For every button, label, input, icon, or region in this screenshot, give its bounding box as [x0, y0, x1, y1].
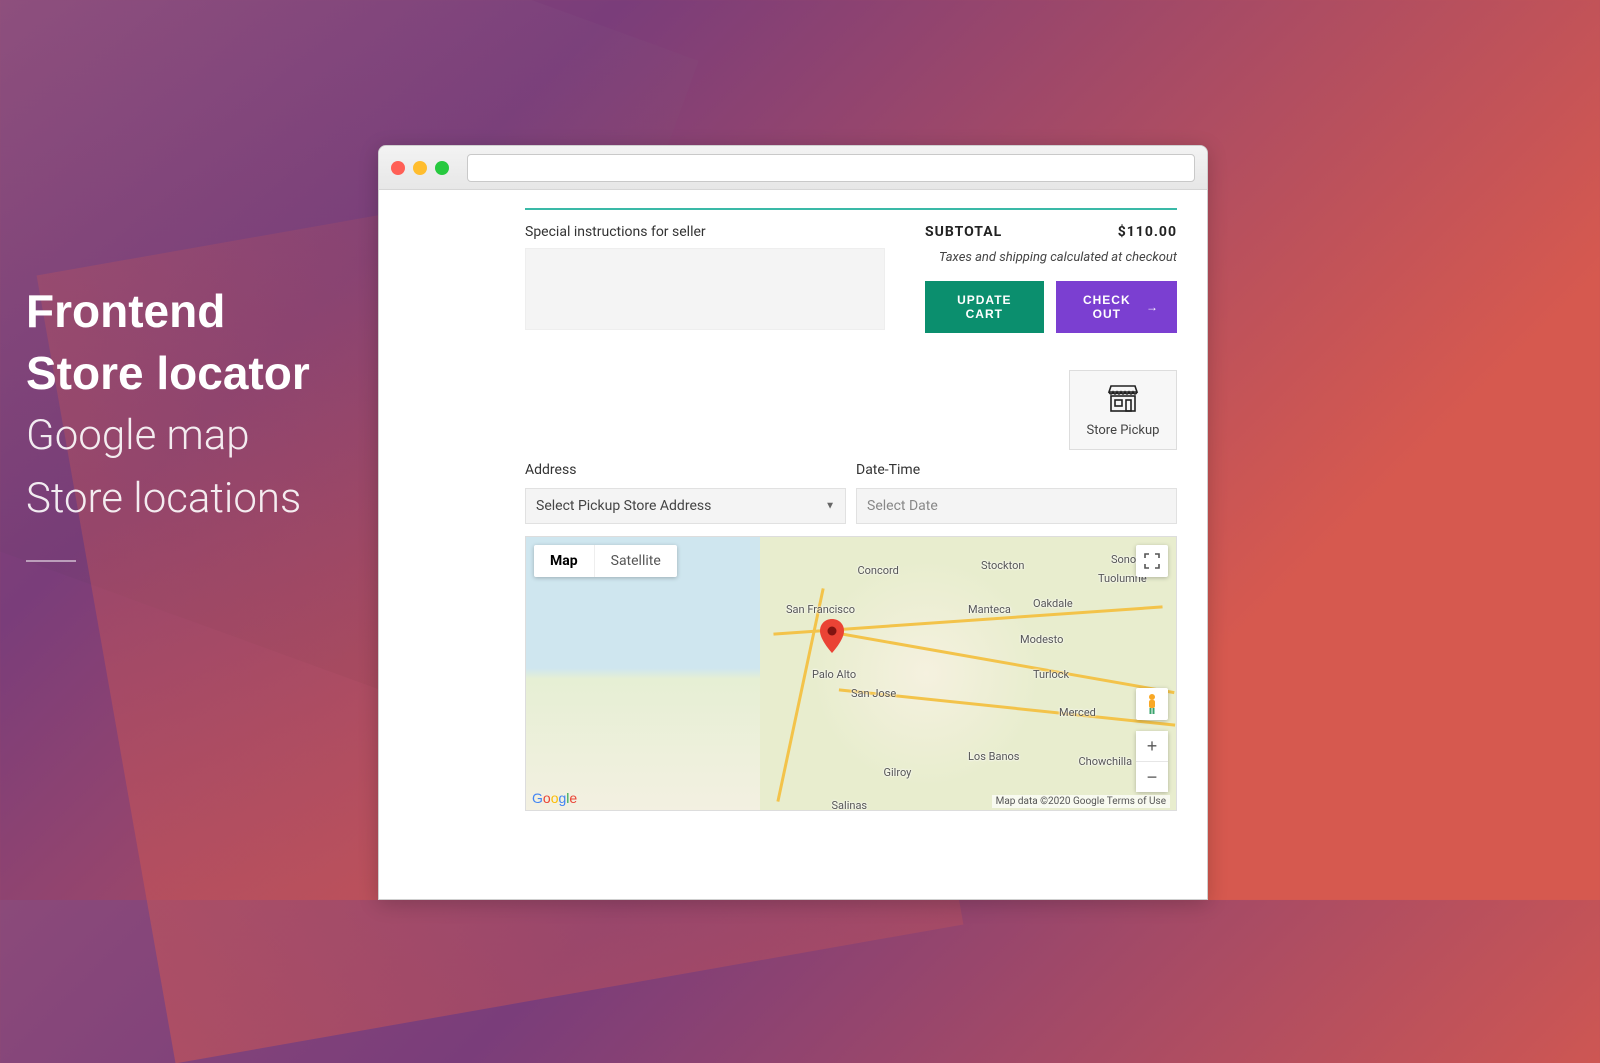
map-attribution[interactable]: Map data ©2020 Google Terms of Use [992, 795, 1170, 808]
tax-shipping-note: Taxes and shipping calculated at checkou… [925, 250, 1177, 265]
pickup-address-placeholder: Select Pickup Store Address [536, 498, 711, 514]
store-icon [1106, 383, 1140, 417]
update-cart-button[interactable]: UPDATE CART [925, 281, 1044, 333]
map-city-label: Los Banos [968, 750, 1019, 763]
map-city-label: Turlock [1033, 668, 1069, 681]
arrow-right-icon: → [1146, 300, 1159, 314]
map-pin-icon [820, 619, 844, 657]
map-city-label: Chowchilla [1079, 755, 1133, 768]
checkout-button[interactable]: CHECK OUT → [1056, 281, 1177, 333]
instructions-textarea[interactable] [525, 248, 885, 330]
address-label: Address [525, 462, 846, 478]
zoom-out-button[interactable]: − [1136, 762, 1168, 792]
marketing-line-3: Google map [26, 404, 310, 467]
marketing-panel: Frontend Store locator Google map Store … [26, 280, 310, 562]
marketing-line-4: Store locations [26, 467, 310, 530]
map-type-toggle: Map Satellite [534, 545, 677, 577]
date-input[interactable]: Select Date [856, 488, 1177, 524]
marketing-divider [26, 560, 76, 562]
marketing-line-2: Store locator [26, 342, 310, 404]
section-divider [525, 208, 1177, 210]
marketing-line-1: Frontend [26, 280, 310, 342]
zoom-in-button[interactable]: + [1136, 731, 1168, 761]
map-city-label: Concord [858, 564, 899, 577]
map-city-label: Manteca [968, 603, 1011, 616]
map-city-label: Salinas [832, 799, 868, 811]
zoom-control: + − [1136, 731, 1168, 792]
browser-window: Special instructions for seller SUBTOTAL… [378, 145, 1208, 900]
map-city-label: Stockton [981, 559, 1024, 572]
store-pickup-card[interactable]: Store Pickup [1069, 370, 1177, 450]
map-city-label: San Francisco [786, 603, 855, 616]
page-content: Special instructions for seller SUBTOTAL… [379, 190, 1207, 334]
subtotal-label: SUBTOTAL [925, 224, 1002, 240]
map-tab-satellite[interactable]: Satellite [595, 545, 677, 577]
store-pickup-label: Store Pickup [1087, 423, 1160, 438]
window-zoom-dot[interactable] [435, 161, 449, 175]
window-minimize-dot[interactable] [413, 161, 427, 175]
map-container[interactable]: San Francisco Concord Stockton Manteca O… [525, 536, 1177, 811]
instructions-label: Special instructions for seller [525, 224, 885, 240]
date-time-label: Date-Time [856, 462, 1177, 478]
pegman-button[interactable] [1136, 688, 1168, 720]
window-close-dot[interactable] [391, 161, 405, 175]
url-bar[interactable] [467, 154, 1195, 182]
map-city-label: Oakdale [1033, 597, 1073, 610]
map-city-label: Modesto [1020, 633, 1063, 646]
google-logo: Google [532, 790, 577, 806]
checkout-button-label: CHECK OUT [1074, 293, 1140, 321]
fullscreen-button[interactable] [1136, 545, 1168, 577]
map-city-label: Gilroy [884, 766, 912, 779]
chevron-down-icon: ▼ [825, 501, 835, 512]
date-placeholder: Select Date [867, 498, 938, 514]
map-city-label: Merced [1059, 706, 1096, 719]
map-city-label: Palo Alto [812, 668, 856, 681]
browser-titlebar [379, 146, 1207, 190]
pickup-address-select[interactable]: Select Pickup Store Address ▼ [525, 488, 846, 524]
map-tab-map[interactable]: Map [534, 545, 594, 577]
subtotal-value: $110.00 [1118, 224, 1177, 240]
map-city-label: San Jose [851, 687, 896, 700]
